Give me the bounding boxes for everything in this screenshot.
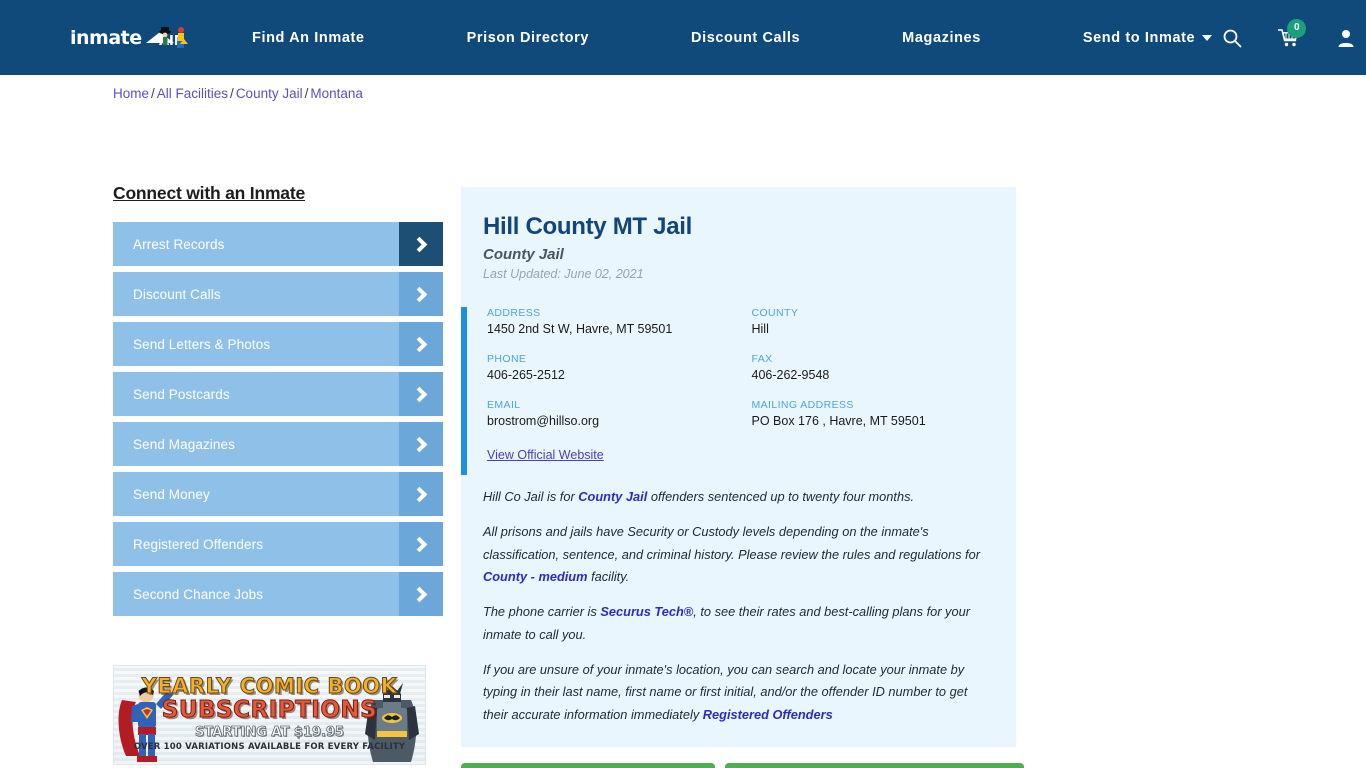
chevron-right-icon <box>399 422 443 466</box>
nav-icon-group: 0 <box>1222 18 1356 48</box>
description-paragraph-3: The phone carrier is Securus Tech®, to s… <box>483 601 994 647</box>
address-value: 1450 2nd St W, Havre, MT 59501 <box>487 322 673 336</box>
facility-description: Hill Co Jail is for County Jail offender… <box>461 486 1016 727</box>
sidebar-item-label: Registered Offenders <box>133 536 264 552</box>
last-updated-text: Last Updated: June 02, 2021 <box>483 267 644 281</box>
page-body: Connect with an Inmate Arrest Records Di… <box>0 75 1366 768</box>
email-value: brostrom@hillso.org <box>487 414 600 428</box>
chevron-right-icon <box>399 272 443 316</box>
desc-text: facility. <box>587 569 630 585</box>
facility-type: County Jail <box>483 246 564 263</box>
fax-label: FAX <box>751 353 773 365</box>
nav-link-send-to-inmate-label: Send to Inmate <box>1082 29 1196 46</box>
fax-value: 406-262-9548 <box>751 368 830 382</box>
official-website-link[interactable]: View Official Website <box>487 448 604 462</box>
chevron-down-icon <box>1202 34 1213 41</box>
sidebar-item-label: Send Letters & Photos <box>133 336 271 352</box>
nav-link-discount-calls[interactable]: Discount Calls <box>681 30 810 46</box>
search-icon[interactable] <box>1222 28 1242 48</box>
page-title: Hill County MT Jail <box>483 213 692 240</box>
desc-text: offenders sentenced up to twenty four mo… <box>647 489 915 504</box>
ad-headline-1: YEARLY COMIC BOOK <box>141 674 398 699</box>
sidebar-item-second-chance-jobs[interactable]: Second Chance Jobs <box>113 572 443 616</box>
accent-bar <box>461 307 467 475</box>
address-label: ADDRESS <box>487 307 541 319</box>
inmate-search-button[interactable]: Looking for an inmate at this facility? <box>461 762 715 768</box>
cta-button-row: Looking for an inmate at this facility? … <box>461 762 1025 768</box>
sidebar: Connect with an Inmate Arrest Records Di… <box>113 183 443 768</box>
phone-value: 406-265-2512 <box>487 368 565 382</box>
email-label: EMAIL <box>487 399 521 411</box>
visitations-button[interactable]: Visitations - times, rules, Covid cancel… <box>724 762 1025 768</box>
county-value: Hill <box>751 322 769 336</box>
sidebar-item-label: Arrest Records <box>133 236 225 252</box>
desc-text: All prisons and jails have Security or C… <box>483 523 980 562</box>
sidebar-item-send-letters-photos[interactable]: Send Letters & Photos <box>113 322 443 366</box>
sidebar-item-send-money[interactable]: Send Money <box>113 472 443 516</box>
cart-icon[interactable]: 0 <box>1277 18 1307 48</box>
site-logo[interactable]: inmate AID <box>70 16 190 60</box>
description-paragraph-4: If you are unsure of your inmate's locat… <box>483 659 994 727</box>
chevron-right-icon <box>399 522 443 566</box>
desc-text: Hill Co Jail is for <box>483 489 579 504</box>
mailing-address-value: PO Box 176 , Havre, MT 59501 <box>751 414 926 428</box>
nav-link-prison-directory[interactable]: Prison Directory <box>457 30 599 46</box>
logo-text: inmate <box>70 26 142 49</box>
county-label: COUNTY <box>751 307 799 319</box>
mailing-address-label: MAILING ADDRESS <box>751 399 854 411</box>
nav-links: Find An Inmate Prison Directory Discount… <box>242 30 1222 46</box>
sidebar-item-registered-offenders[interactable]: Registered Offenders <box>113 522 443 566</box>
sidebar-item-arrest-records[interactable]: Arrest Records <box>113 222 443 266</box>
chevron-right-icon <box>399 472 443 516</box>
link-county-jail[interactable]: County Jail <box>578 489 647 504</box>
phone-label: PHONE <box>487 353 527 365</box>
main-content: Hill County MT Jail County Jail Last Upd… <box>461 187 1025 768</box>
ad-headline-2: SUBSCRIPTIONS <box>161 697 378 724</box>
sidebar-item-label: Discount Calls <box>133 286 221 302</box>
description-paragraph-2: All prisons and jails have Security or C… <box>483 521 994 589</box>
sidebar-item-label: Send Postcards <box>133 386 230 402</box>
top-navbar: inmate AID Find An Inmate Prison Directo… <box>0 0 1366 75</box>
link-registered-offenders[interactable]: Registered Offenders <box>703 707 833 722</box>
sidebar-item-discount-calls[interactable]: Discount Calls <box>113 272 443 316</box>
chevron-right-icon <box>399 322 443 366</box>
chevron-right-icon <box>399 222 443 266</box>
sidebar-item-send-magazines[interactable]: Send Magazines <box>113 422 443 466</box>
link-securus-tech[interactable]: Securus Tech® <box>600 604 693 619</box>
logo-aid-mark: AID <box>146 26 188 49</box>
link-county-medium[interactable]: County - medium <box>483 569 588 584</box>
comic-book-ad-banner[interactable]: YEARLY COMIC BOOK SUBSCRIPTIONS STARTING… <box>113 665 426 765</box>
sidebar-item-label: Send Magazines <box>133 436 235 452</box>
nav-link-send-to-inmate[interactable]: Send to Inmate <box>1073 30 1222 46</box>
facility-card: Hill County MT Jail County Jail Last Upd… <box>461 187 1016 747</box>
ad-price-text: STARTING AT $19.95 <box>194 725 345 741</box>
user-icon[interactable] <box>1336 28 1356 48</box>
cart-count-badge: 0 <box>1287 18 1307 38</box>
sidebar-item-send-postcards[interactable]: Send Postcards <box>113 372 443 416</box>
sidebar-title: Connect with an Inmate <box>113 183 306 203</box>
info-column-right: COUNTY Hill FAX 406-262-9548 MAILING ADD… <box>752 307 1017 464</box>
nav-link-magazines[interactable]: Magazines <box>892 30 991 46</box>
info-column-left: ADDRESS 1450 2nd St W, Havre, MT 59501 P… <box>487 307 752 464</box>
ad-subtext: OVER 100 VARIATIONS AVAILABLE FOR EVERY … <box>133 742 406 752</box>
nav-link-find-an-inmate[interactable]: Find An Inmate <box>242 30 375 46</box>
sidebar-item-label: Second Chance Jobs <box>133 586 264 602</box>
chevron-right-icon <box>399 372 443 416</box>
chevron-right-icon <box>399 572 443 616</box>
desc-text: The phone carrier is <box>483 604 601 620</box>
facility-info-block: ADDRESS 1450 2nd St W, Havre, MT 59501 P… <box>461 307 1017 475</box>
sidebar-item-label: Send Money <box>133 486 210 502</box>
description-paragraph-1: Hill Co Jail is for County Jail offender… <box>483 486 994 509</box>
